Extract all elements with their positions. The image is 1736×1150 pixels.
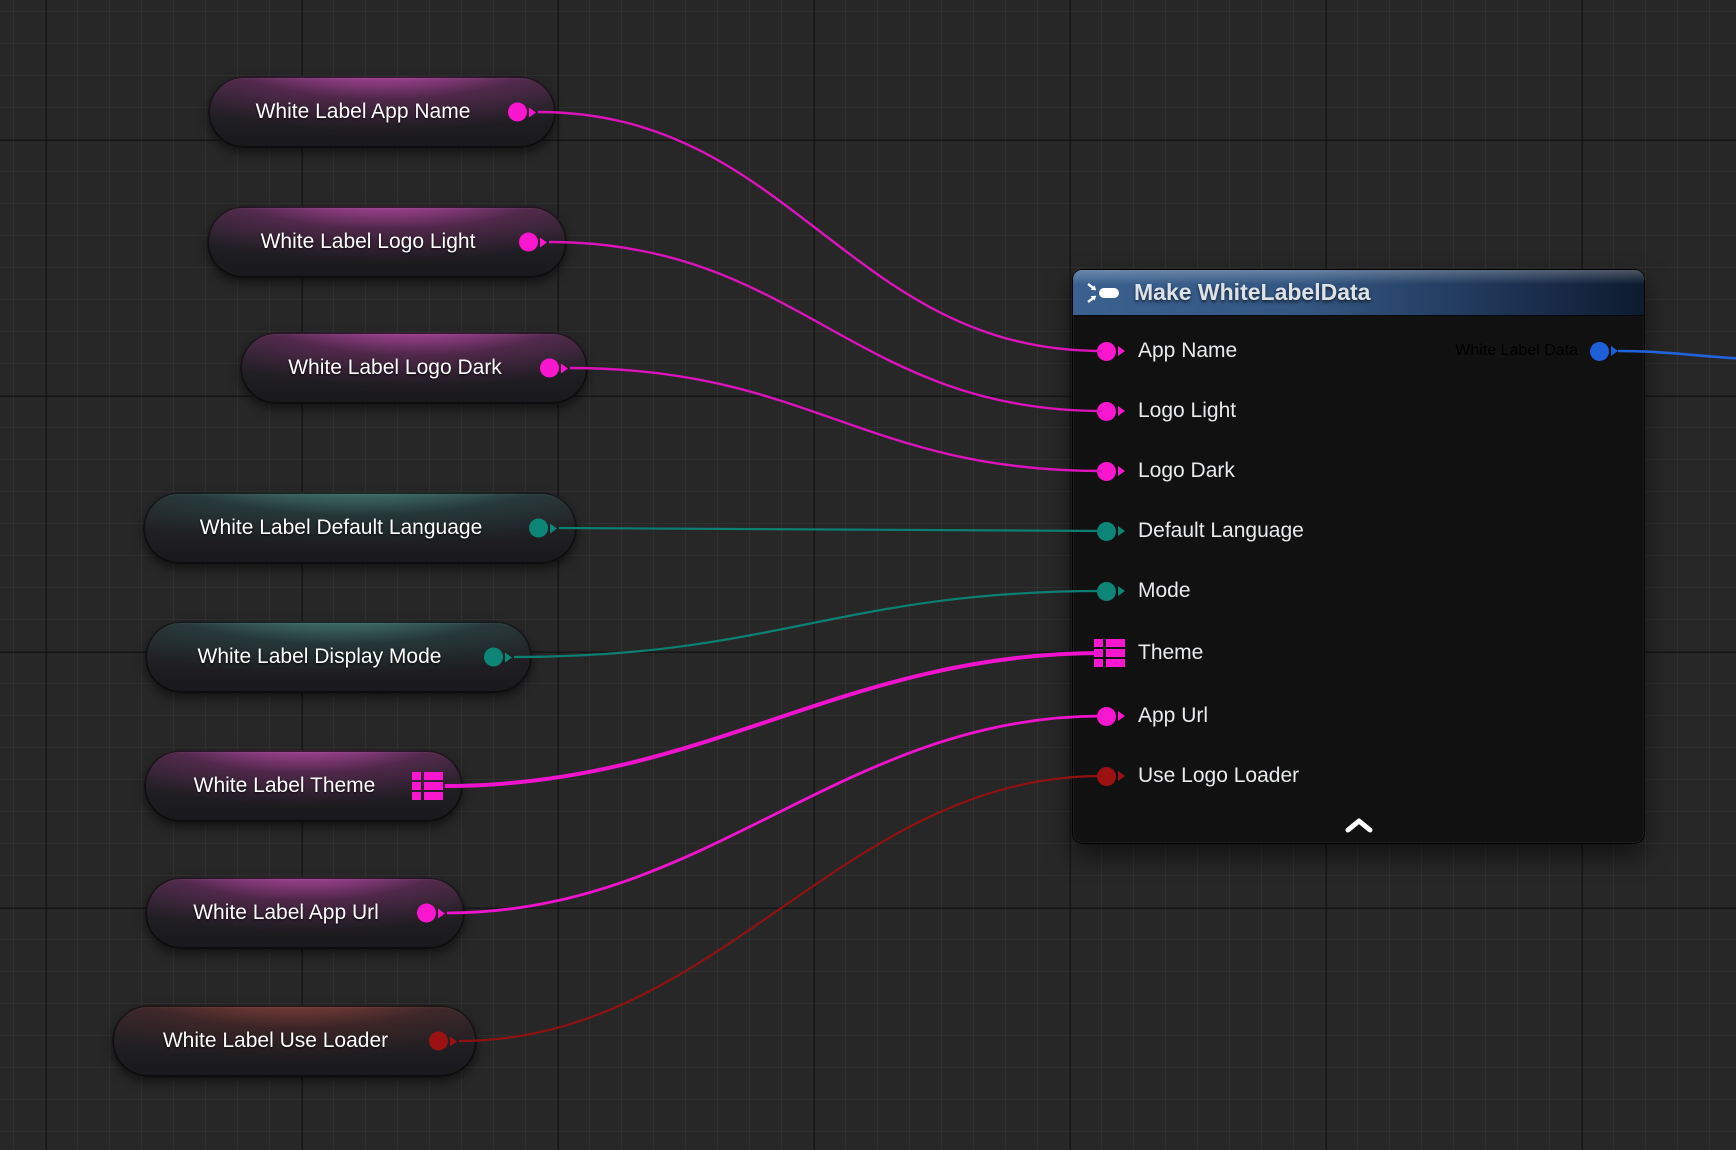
output-pin-white-label-display-mode[interactable] <box>484 648 512 667</box>
getter-node-white-label-logo-dark[interactable]: White Label Logo Dark <box>240 332 588 404</box>
input-row-use-logo-loader: Use Logo Loader <box>1097 760 1299 792</box>
blueprint-graph-canvas[interactable]: White Label App Name White Label Logo Li… <box>0 0 1736 1150</box>
getter-node-white-label-logo-light[interactable]: White Label Logo Light <box>207 206 567 278</box>
node-header[interactable]: Make WhiteLabelData <box>1073 270 1644 316</box>
input-row-theme: Theme <box>1094 637 1203 669</box>
input-row-mode: Mode <box>1097 575 1191 607</box>
getter-label: White Label Use Loader <box>163 1029 388 1053</box>
pin-label: Use Logo Loader <box>1138 764 1299 788</box>
input-row-app-url: App Url <box>1097 700 1208 732</box>
pin-label: Logo Light <box>1138 399 1236 423</box>
getter-label: White Label App Name <box>256 100 471 124</box>
getter-label: White Label App Url <box>193 901 379 925</box>
getter-label: White Label Display Mode <box>198 645 442 669</box>
node-title: Make WhiteLabelData <box>1134 279 1370 306</box>
pin-label: Mode <box>1138 579 1191 603</box>
pin-label: White Label Data <box>1455 342 1578 360</box>
output-pin-white-label-logo-dark[interactable] <box>540 359 568 378</box>
pin-label: Default Language <box>1138 519 1304 543</box>
getter-node-white-label-display-mode[interactable]: White Label Display Mode <box>145 621 532 693</box>
chevron-up-icon[interactable] <box>1344 816 1374 834</box>
input-row-app-name: App Name <box>1097 335 1237 367</box>
getter-label: White Label Logo Light <box>261 230 476 254</box>
output-pin-white-label-logo-light[interactable] <box>519 233 547 252</box>
wire-logo-light[interactable] <box>549 242 1102 411</box>
input-row-default-language: Default Language <box>1097 515 1304 547</box>
wire-app-url[interactable] <box>447 716 1102 913</box>
input-row-logo-dark: Logo Dark <box>1097 455 1235 487</box>
make-whitelabeldata-node[interactable]: Make WhiteLabelData App Name Logo Light … <box>1073 270 1644 843</box>
wire-use-loader[interactable] <box>459 776 1102 1041</box>
output-pin-white-label-data[interactable] <box>1590 342 1618 361</box>
wire-default-language[interactable] <box>559 528 1102 531</box>
getter-node-white-label-use-loader[interactable]: White Label Use Loader <box>112 1005 477 1077</box>
getter-node-white-label-app-url[interactable]: White Label App Url <box>145 877 465 949</box>
output-pin-white-label-use-loader[interactable] <box>429 1032 457 1051</box>
getter-label: White Label Default Language <box>200 516 483 540</box>
output-row-white-label-data: White Label Data <box>1455 335 1618 367</box>
output-pin-white-label-default-language[interactable] <box>529 519 557 538</box>
getter-node-white-label-default-language[interactable]: White Label Default Language <box>143 492 577 564</box>
wire-logo-dark[interactable] <box>570 368 1102 471</box>
pin-label: App Name <box>1138 339 1237 363</box>
getter-label: White Label Logo Dark <box>288 356 502 380</box>
getter-node-white-label-app-name[interactable]: White Label App Name <box>208 76 556 148</box>
output-pin-white-label-app-name[interactable] <box>508 103 536 122</box>
wire-theme[interactable] <box>445 653 1102 786</box>
wire-display-mode[interactable] <box>514 591 1102 657</box>
pin-label: Logo Dark <box>1138 459 1235 483</box>
getter-label: White Label Theme <box>194 774 376 798</box>
make-struct-icon <box>1086 281 1122 305</box>
getter-node-white-label-theme[interactable]: White Label Theme <box>144 750 463 822</box>
input-row-logo-light: Logo Light <box>1097 395 1236 427</box>
wire-app-name[interactable] <box>538 112 1102 351</box>
pin-label: App Url <box>1138 704 1208 728</box>
struct-grid-icon-output-pin-white-label-theme[interactable] <box>412 772 443 800</box>
output-pin-white-label-app-url[interactable] <box>417 904 445 923</box>
pin-label: Theme <box>1138 641 1203 665</box>
